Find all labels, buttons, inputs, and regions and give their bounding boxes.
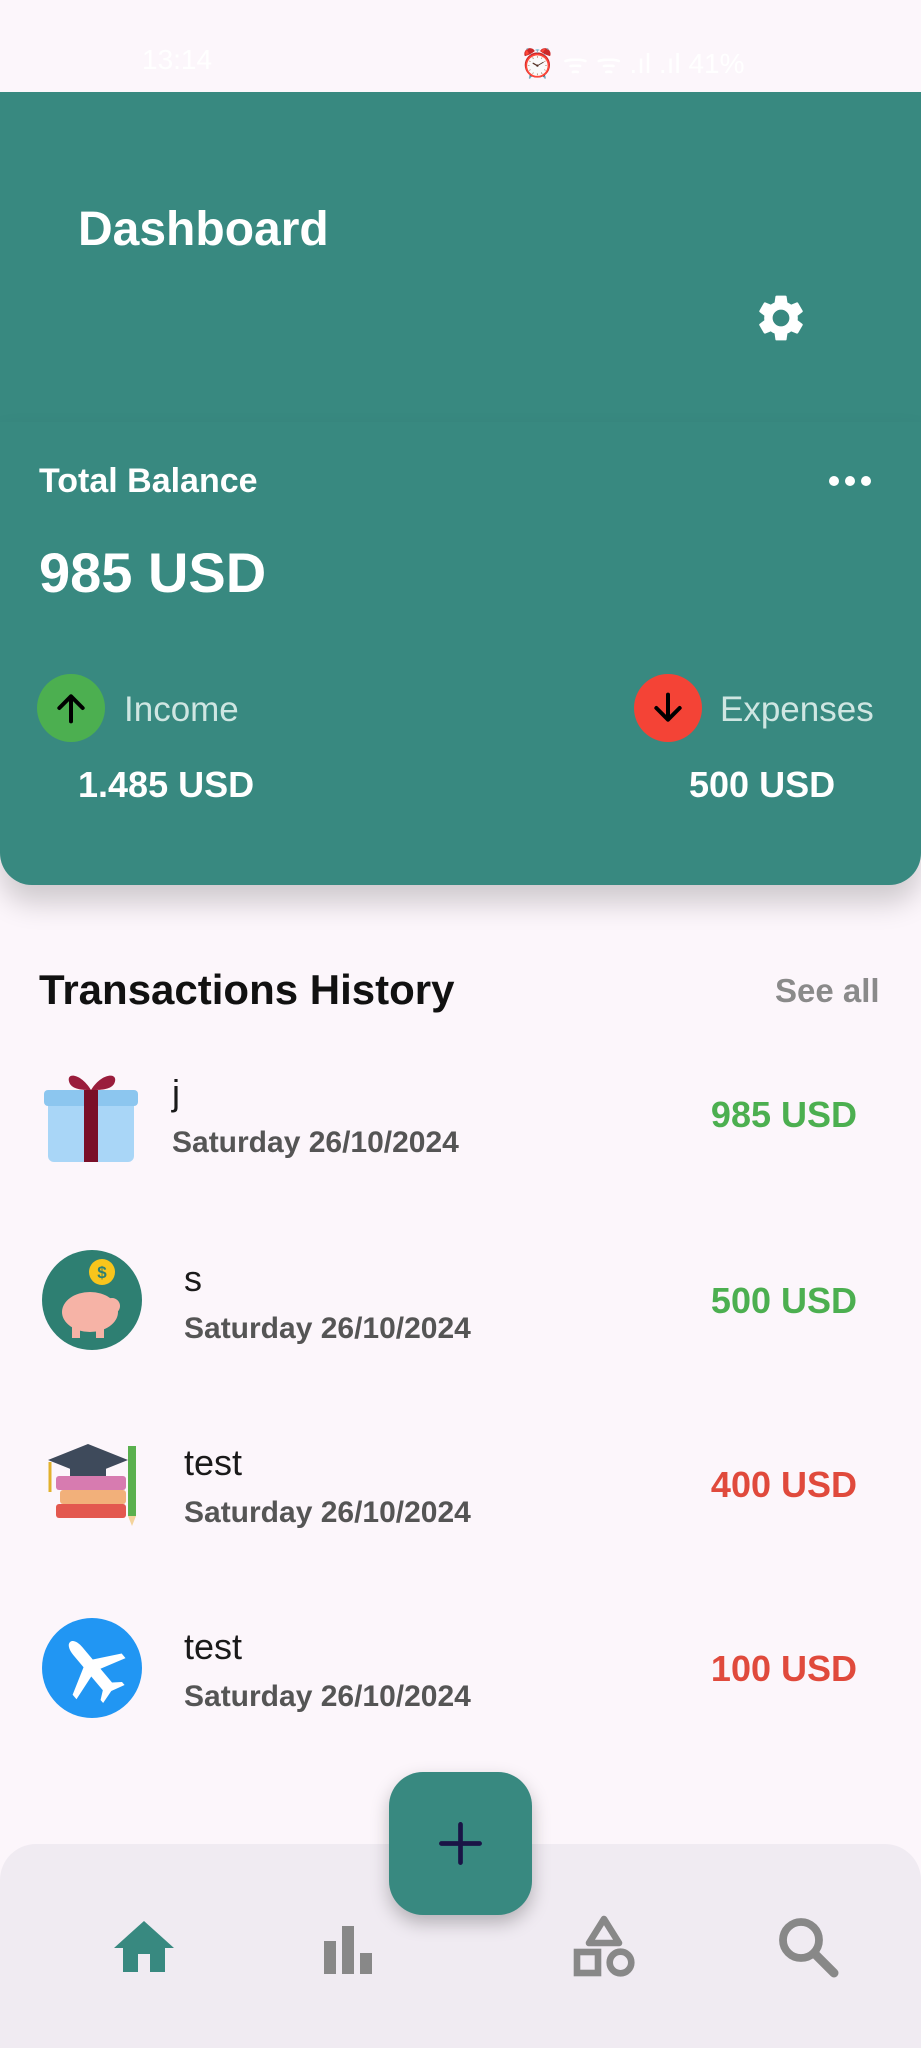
bar-chart-icon[interactable]: [312, 1914, 384, 1986]
list-item[interactable]: $ s Saturday 26/10/2024 500 USD: [0, 1248, 921, 1388]
status-time: 13:14: [142, 44, 213, 75]
list-item[interactable]: j Saturday 26/10/2024 985 USD: [0, 1062, 921, 1202]
gift-icon: [40, 1062, 144, 1166]
transaction-name: test: [184, 1626, 243, 1667]
plus-icon: [439, 1822, 482, 1865]
search-icon[interactable]: [771, 1910, 843, 1982]
arrow-up-icon: [37, 674, 105, 742]
expenses-label: Expenses: [720, 690, 874, 729]
status-icons: ⏰ ᯤ ᯤ .ıl .ıl 41%: [520, 48, 745, 79]
page-title: Dashboard: [78, 203, 329, 256]
transaction-name: test: [184, 1442, 243, 1483]
arrow-down-icon: [634, 674, 702, 742]
shapes-icon[interactable]: [568, 1910, 640, 1982]
transactions-history-title: Transactions History: [39, 966, 455, 1013]
home-icon[interactable]: [108, 1912, 180, 1984]
transaction-amount: 400 USD: [710, 1464, 857, 1505]
transaction-name: s: [184, 1258, 202, 1299]
income-value: 1.485 USD: [78, 764, 255, 805]
expenses-value: 500 USD: [689, 764, 836, 805]
education-icon: [40, 1432, 144, 1536]
transaction-date: Saturday 26/10/2024: [172, 1126, 459, 1159]
add-transaction-button[interactable]: [389, 1772, 532, 1915]
transaction-date: Saturday 26/10/2024: [184, 1312, 471, 1345]
transaction-date: Saturday 26/10/2024: [184, 1496, 471, 1529]
transaction-amount: 500 USD: [710, 1280, 857, 1321]
transaction-amount: 100 USD: [710, 1648, 857, 1689]
list-item[interactable]: test Saturday 26/10/2024 100 USD: [0, 1616, 921, 1756]
balance-card: Total Balance 985 USD Income 1.485 USD E…: [0, 422, 921, 885]
see-all-link[interactable]: See all: [775, 972, 880, 1010]
status-bar: 13:14 ⏰ ᯤ ᯤ .ıl .ıl 41%: [0, 0, 921, 92]
airplane-icon: [40, 1616, 144, 1720]
more-options-icon[interactable]: [828, 474, 872, 488]
total-balance-value: 985 USD: [39, 541, 267, 604]
transaction-amount: 985 USD: [710, 1094, 857, 1135]
total-balance-label: Total Balance: [39, 462, 258, 500]
svg-text:$: $: [97, 1263, 107, 1282]
piggy-bank-icon: $: [40, 1248, 144, 1352]
transaction-date: Saturday 26/10/2024: [184, 1680, 471, 1713]
income-label: Income: [124, 690, 239, 729]
app-header: Dashboard: [0, 92, 921, 422]
gear-icon[interactable]: [753, 290, 809, 346]
transaction-name: j: [172, 1072, 180, 1113]
list-item[interactable]: test Saturday 26/10/2024 400 USD: [0, 1432, 921, 1572]
